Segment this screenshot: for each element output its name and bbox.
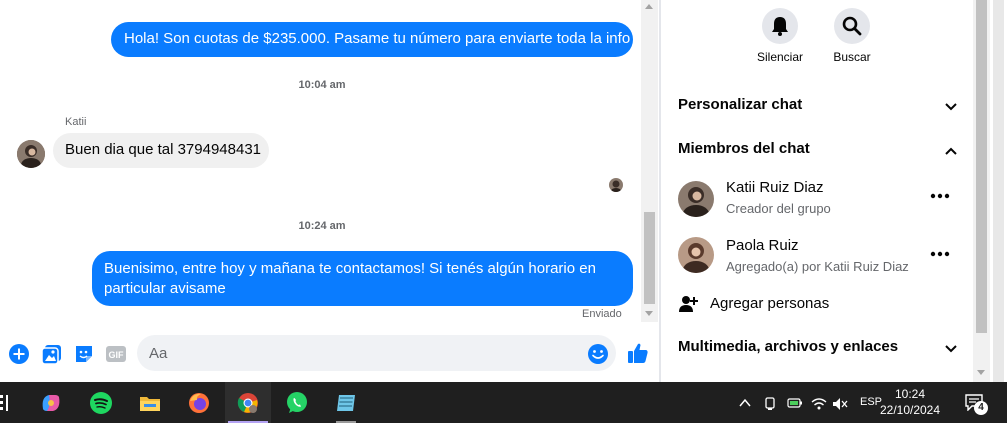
chrome-app[interactable] (225, 382, 271, 423)
mute-button[interactable] (762, 8, 798, 44)
read-receipt-image (609, 178, 623, 192)
member-name: Katii Ruiz Diaz (726, 179, 824, 196)
clock[interactable]: 10:24 22/10/2024 (878, 386, 942, 418)
message-text-line: particular avisame (104, 280, 226, 297)
bell-icon (772, 17, 788, 36)
task-view-icon[interactable] (0, 395, 10, 411)
message-text: Hola! Son cuotas de $235.000. Pasame tu … (124, 30, 631, 47)
incoming-message[interactable]: Buen dia que tal 3794948431 (53, 133, 269, 168)
member-name: Paola Ruiz (726, 237, 799, 254)
sender-name: Katii (65, 116, 87, 128)
timestamp: 10:24 am (298, 220, 346, 232)
chat-scrollbar[interactable] (641, 0, 658, 322)
search-button[interactable] (834, 8, 870, 44)
copilot-app[interactable] (28, 382, 74, 423)
notifications-button[interactable]: 4 (964, 393, 988, 415)
chat-members-label: Miembros del chat (678, 140, 810, 157)
avatar (678, 237, 714, 273)
member-item[interactable]: Katii Ruiz Diaz Creador del grupo (678, 179, 958, 223)
clock-date: 22/10/2024 (879, 403, 941, 417)
sent-status: Enviado (582, 308, 622, 320)
avatar (678, 181, 714, 217)
scrollbar-thumb[interactable] (976, 0, 987, 333)
gif-icon[interactable]: GIF (105, 343, 127, 365)
add-person-icon (679, 296, 698, 312)
chevron-down-icon (945, 345, 957, 353)
scrollbar-thumb[interactable] (644, 212, 655, 304)
firefox-app[interactable] (176, 382, 222, 423)
clock-time: 10:24 (894, 387, 926, 401)
spotify-icon (90, 392, 112, 414)
add-people-row[interactable]: Agregar personas (678, 294, 958, 318)
read-receipt-avatar (609, 178, 623, 192)
gif-label: GIF (109, 350, 125, 360)
media-files-links-label: Multimedia, archivos y enlaces (678, 338, 899, 355)
search-label: Buscar (833, 50, 871, 64)
chevron-down-icon (945, 103, 957, 111)
member-role: Agregado(a) por Katii Ruiz Diaz (726, 259, 909, 274)
member-item[interactable]: Paola Ruiz Agregado(a) por Katii Ruiz Di… (678, 237, 958, 281)
chevron-up-icon (945, 147, 957, 155)
chevron-up-icon[interactable] (739, 397, 751, 409)
chrome-icon (237, 393, 258, 413)
message-text-line: Buenisimo, entre hoy y mañana te contact… (104, 260, 596, 277)
mute-label: Silenciar (756, 50, 804, 64)
more-options-icon[interactable] (930, 191, 950, 201)
notepad-app[interactable] (323, 382, 369, 423)
avatar-image (17, 140, 45, 168)
timestamp: 10:04 am (298, 79, 346, 91)
emoji-icon[interactable] (587, 343, 609, 365)
more-options-icon[interactable] (930, 249, 950, 259)
file-explorer-app[interactable] (127, 382, 173, 423)
scroll-up-icon[interactable] (645, 4, 653, 9)
add-icon[interactable] (8, 343, 30, 365)
outgoing-message[interactable]: Buenisimo, entre hoy y mañana te contact… (92, 251, 633, 306)
message-input[interactable] (137, 335, 616, 371)
taskbar: ESP 10:24 22/10/2024 4 (0, 382, 1007, 423)
battery-icon[interactable] (787, 398, 803, 410)
scroll-down-icon[interactable] (977, 370, 985, 375)
copilot-icon (42, 395, 60, 411)
chat-members-row[interactable]: Miembros del chat (678, 140, 958, 164)
page-scrollbar[interactable] (990, 0, 1007, 382)
message-text: Buen dia que tal 3794948431 (65, 141, 262, 158)
firefox-icon (189, 393, 209, 413)
panel-scrollbar[interactable] (973, 0, 990, 382)
add-people-label: Agregar personas (710, 295, 830, 312)
message-composer: GIF (0, 322, 658, 382)
media-files-links-row[interactable]: Multimedia, archivos y enlaces (678, 338, 958, 362)
avatar[interactable] (17, 140, 45, 168)
wifi-icon[interactable] (811, 397, 827, 411)
like-icon[interactable] (626, 341, 650, 365)
notepad-icon (337, 395, 355, 411)
scroll-down-icon[interactable] (645, 311, 653, 316)
sticker-icon[interactable] (73, 343, 95, 365)
spotify-app[interactable] (78, 382, 124, 423)
volume-muted-icon[interactable] (832, 397, 848, 411)
search-icon (842, 16, 862, 36)
customize-chat-label: Personalizar chat (678, 96, 803, 113)
outgoing-message[interactable]: Hola! Son cuotas de $235.000. Pasame tu … (111, 22, 633, 57)
chat-info-panel: Silenciar Buscar Personalizar chat Miemb… (661, 0, 973, 382)
member-role: Creador del grupo (726, 201, 831, 216)
device-icon[interactable] (763, 396, 777, 410)
photo-icon[interactable] (41, 343, 63, 365)
whatsapp-app[interactable] (274, 382, 320, 423)
scrollbar-thumb[interactable] (993, 0, 1004, 382)
whatsapp-icon (287, 392, 307, 413)
file-explorer-icon (140, 397, 160, 411)
customize-chat-row[interactable]: Personalizar chat (678, 96, 958, 120)
notification-count-badge: 4 (974, 401, 988, 415)
